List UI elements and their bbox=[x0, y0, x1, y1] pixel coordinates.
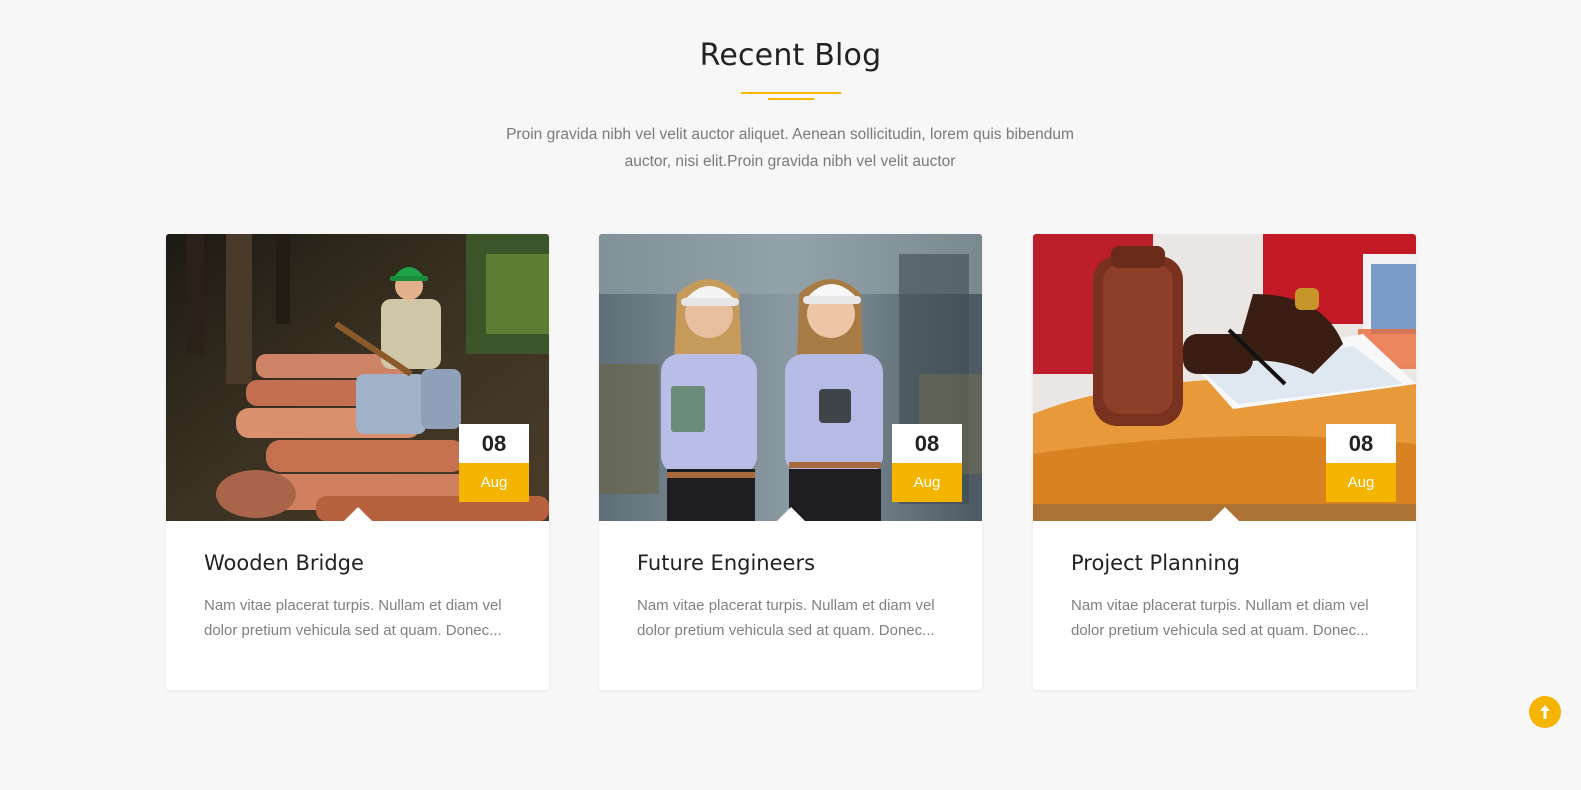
date-day: 08 bbox=[459, 424, 529, 463]
card-pointer bbox=[343, 507, 372, 521]
arrow-up-icon bbox=[1540, 705, 1550, 719]
date-day: 08 bbox=[1326, 424, 1396, 463]
blog-cards: 08 Aug Wooden Bridge Nam vitae placerat … bbox=[166, 234, 1416, 690]
date-month: Aug bbox=[1326, 463, 1396, 502]
section-intro: Proin gravida nibh vel velit auctor aliq… bbox=[506, 126, 1074, 170]
date-month: Aug bbox=[459, 463, 529, 502]
blog-card-title[interactable]: Future Engineers bbox=[637, 551, 944, 575]
date-day: 08 bbox=[892, 424, 962, 463]
blog-card-future-engineers[interactable]: 08 Aug Future Engineers Nam vitae placer… bbox=[599, 234, 982, 690]
blog-card-image[interactable]: 08 Aug bbox=[166, 234, 549, 521]
blog-card-excerpt: Nam vitae placerat turpis. Nullam et dia… bbox=[637, 597, 935, 639]
blog-card-body: Future Engineers Nam vitae placerat turp… bbox=[599, 521, 982, 643]
date-badge: 08 Aug bbox=[1326, 424, 1396, 502]
blog-card-excerpt: Nam vitae placerat turpis. Nullam et dia… bbox=[204, 597, 502, 639]
blog-card-image[interactable]: 08 Aug bbox=[599, 234, 982, 521]
date-badge: 08 Aug bbox=[459, 424, 529, 502]
blog-card-body: Wooden Bridge Nam vitae placerat turpis.… bbox=[166, 521, 549, 643]
blog-card-excerpt: Nam vitae placerat turpis. Nullam et dia… bbox=[1071, 597, 1369, 639]
blog-card-title[interactable]: Wooden Bridge bbox=[204, 551, 511, 575]
blog-card-project-planning[interactable]: 08 Aug Project Planning Nam vitae placer… bbox=[1033, 234, 1416, 690]
card-pointer bbox=[776, 507, 805, 521]
title-underline bbox=[741, 92, 841, 102]
section-title: Recent Blog bbox=[699, 38, 882, 73]
blog-card-wooden-bridge[interactable]: 08 Aug Wooden Bridge Nam vitae placerat … bbox=[166, 234, 549, 690]
date-badge: 08 Aug bbox=[892, 424, 962, 502]
blog-card-image[interactable]: 08 Aug bbox=[1033, 234, 1416, 521]
date-month: Aug bbox=[892, 463, 962, 502]
card-pointer bbox=[1210, 507, 1239, 521]
blog-card-title[interactable]: Project Planning bbox=[1071, 551, 1378, 575]
scroll-to-top-button[interactable] bbox=[1529, 696, 1561, 728]
blog-card-body: Project Planning Nam vitae placerat turp… bbox=[1033, 521, 1416, 643]
underline-long bbox=[741, 92, 841, 94]
underline-short bbox=[768, 98, 814, 100]
